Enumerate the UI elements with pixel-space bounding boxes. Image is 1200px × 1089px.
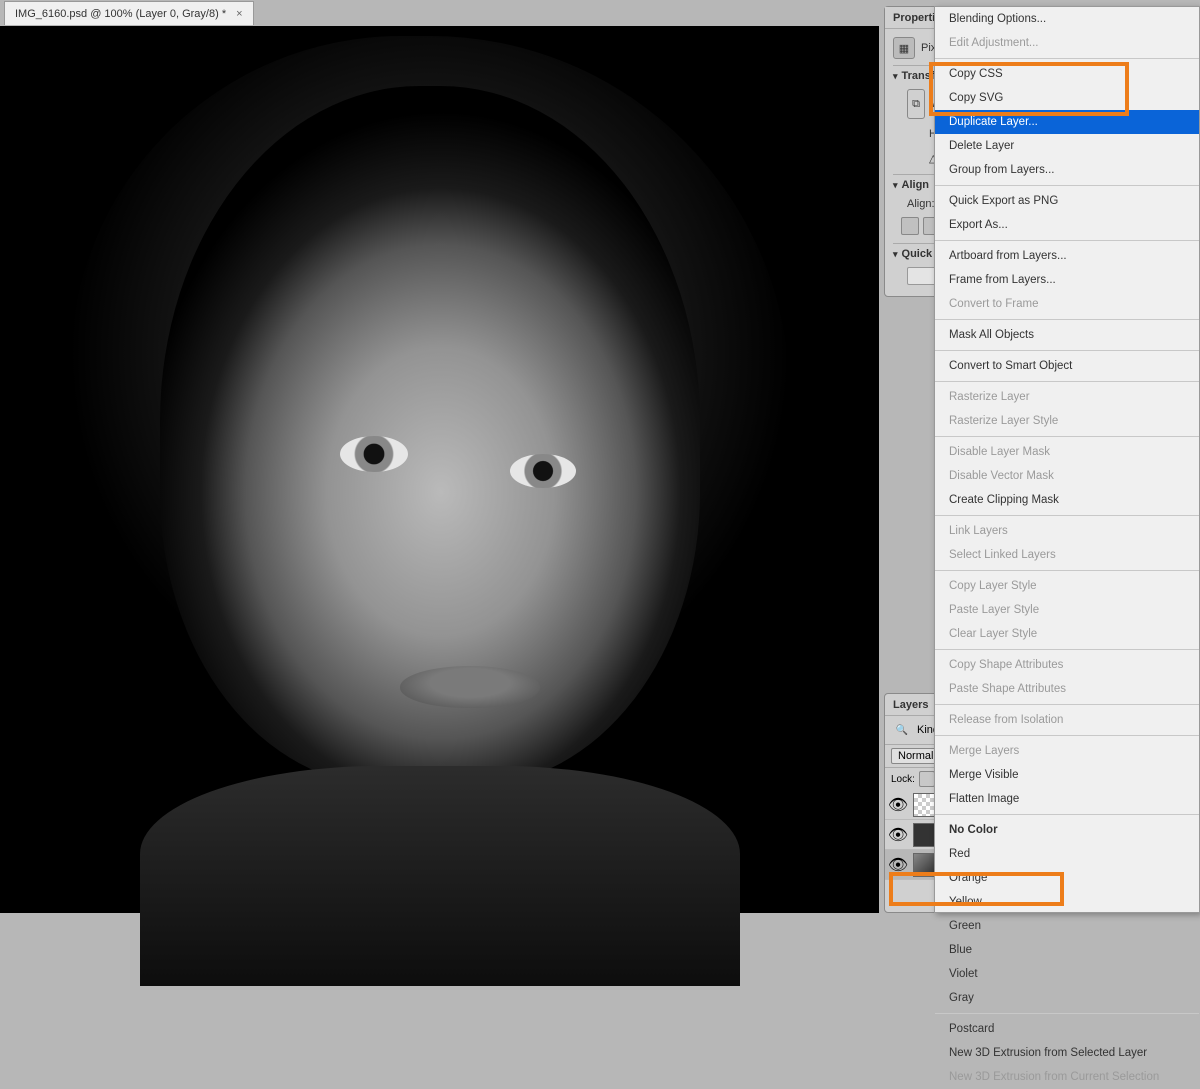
chevron-down-icon: ▾: [893, 249, 898, 260]
align-left-icon[interactable]: [901, 217, 919, 235]
menu-separator: [935, 1013, 1199, 1014]
menu-item[interactable]: Create Clipping Mask: [935, 488, 1199, 512]
visibility-icon[interactable]: 👁: [889, 856, 907, 874]
menu-separator: [935, 381, 1199, 382]
menu-item: Copy Shape Attributes: [935, 653, 1199, 677]
menu-separator: [935, 515, 1199, 516]
menu-separator: [935, 319, 1199, 320]
lock-transparency-icon[interactable]: [919, 771, 935, 787]
menu-item: Clear Layer Style: [935, 622, 1199, 646]
document-tab[interactable]: IMG_6160.psd @ 100% (Layer 0, Gray/8) * …: [4, 1, 254, 25]
menu-item[interactable]: Flatten Image: [935, 787, 1199, 811]
lock-label: Lock:: [891, 774, 915, 785]
menu-item: Paste Layer Style: [935, 598, 1199, 622]
pixel-layer-icon: ▦: [893, 37, 915, 59]
menu-item[interactable]: Copy SVG: [935, 86, 1199, 110]
document-tab-title: IMG_6160.psd @ 100% (Layer 0, Gray/8) *: [15, 8, 226, 20]
search-icon[interactable]: 🔍: [891, 721, 913, 739]
menu-separator: [935, 350, 1199, 351]
menu-separator: [935, 185, 1199, 186]
align-label: Align:: [907, 198, 935, 210]
menu-separator: [935, 814, 1199, 815]
link-dimensions-icon[interactable]: ⧉: [907, 89, 925, 119]
menu-item[interactable]: Duplicate Layer...: [935, 110, 1199, 134]
menu-item: Disable Layer Mask: [935, 440, 1199, 464]
menu-separator: [935, 649, 1199, 650]
visibility-icon[interactable]: 👁: [889, 796, 907, 814]
menu-item: New 3D Extrusion from Current Selection: [935, 1065, 1199, 1089]
chevron-down-icon: ▾: [893, 180, 898, 191]
menu-item[interactable]: Yellow: [935, 890, 1199, 914]
visibility-icon[interactable]: 👁: [889, 826, 907, 844]
menu-item[interactable]: Export As...: [935, 213, 1199, 237]
menu-separator: [935, 58, 1199, 59]
menu-separator: [935, 436, 1199, 437]
menu-item[interactable]: Quick Export as PNG: [935, 189, 1199, 213]
menu-item[interactable]: Red: [935, 842, 1199, 866]
menu-item[interactable]: Delete Layer: [935, 134, 1199, 158]
menu-item[interactable]: Group from Layers...: [935, 158, 1199, 182]
layer-context-menu: Blending Options...Edit Adjustment... Cop…: [934, 6, 1200, 913]
menu-separator: [935, 704, 1199, 705]
menu-separator: [935, 240, 1199, 241]
menu-item: Release from Isolation: [935, 708, 1199, 732]
menu-item[interactable]: Violet: [935, 962, 1199, 986]
menu-item[interactable]: Blending Options...: [935, 7, 1199, 31]
menu-item: Rasterize Layer: [935, 385, 1199, 409]
menu-item: Merge Layers: [935, 739, 1199, 763]
menu-item[interactable]: Gray: [935, 986, 1199, 1010]
menu-item: Copy Layer Style: [935, 574, 1199, 598]
menu-item[interactable]: Copy CSS: [935, 62, 1199, 86]
document-image: [0, 26, 879, 913]
menu-item: Edit Adjustment...: [935, 31, 1199, 55]
menu-item: Disable Vector Mask: [935, 464, 1199, 488]
menu-item[interactable]: Convert to Smart Object: [935, 354, 1199, 378]
menu-separator: [935, 735, 1199, 736]
menu-item: Rasterize Layer Style: [935, 409, 1199, 433]
menu-item[interactable]: Blue: [935, 938, 1199, 962]
menu-item[interactable]: Postcard: [935, 1017, 1199, 1041]
canvas[interactable]: [0, 26, 879, 913]
menu-item[interactable]: Artboard from Layers...: [935, 244, 1199, 268]
menu-item[interactable]: Green: [935, 914, 1199, 938]
menu-item: Link Layers: [935, 519, 1199, 543]
menu-item[interactable]: Merge Visible: [935, 763, 1199, 787]
menu-separator: [935, 570, 1199, 571]
menu-item: Select Linked Layers: [935, 543, 1199, 567]
menu-item[interactable]: New 3D Extrusion from Selected Layer: [935, 1041, 1199, 1065]
chevron-down-icon: ▾: [893, 71, 898, 82]
menu-item: Paste Shape Attributes: [935, 677, 1199, 701]
menu-item: Convert to Frame: [935, 292, 1199, 316]
menu-item[interactable]: Orange: [935, 866, 1199, 890]
close-icon[interactable]: ×: [236, 8, 242, 20]
menu-item[interactable]: Frame from Layers...: [935, 268, 1199, 292]
menu-item[interactable]: Mask All Objects: [935, 323, 1199, 347]
menu-item[interactable]: No Color: [935, 818, 1199, 842]
